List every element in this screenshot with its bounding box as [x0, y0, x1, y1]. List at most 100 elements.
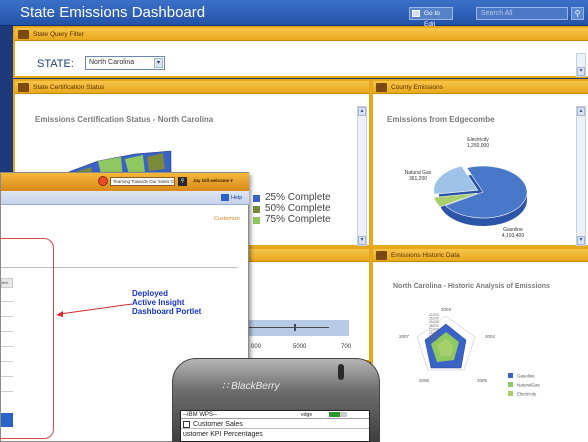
axis-tick: 700: [341, 344, 352, 350]
device-status-bar: --IBM WPS-- edge: [181, 411, 369, 419]
portlet-body: STATE: North Carolina ▾ ▾: [15, 41, 588, 77]
go-to-edit-button[interactable]: Go to Edit: [409, 7, 453, 28]
range-line: [249, 327, 329, 328]
county-pie-chart: Electricity 1,250,000 Natural Gas 361,200 …: [405, 137, 528, 239]
portlet-icon: [376, 83, 387, 92]
help-label: Help: [231, 195, 243, 201]
state-select[interactable]: North Carolina ▾: [85, 56, 165, 70]
state-label: STATE:: [37, 58, 74, 70]
pie-label-natural-gas: Natural Gas 361,200: [405, 170, 432, 182]
portlet-title: State Query Filter: [33, 31, 84, 38]
scroll-down-icon[interactable]: ▾: [577, 236, 585, 245]
radar-axis-label: 2006: [419, 378, 430, 383]
portal-header-bar: Teaming Towards Our Sales Goal ⚲ Jay Gil…: [1, 173, 249, 191]
portlet-title: State Certification Status: [33, 84, 105, 91]
legend-label: NaturalGas: [517, 383, 541, 388]
portlet-title-bar: State Query Filter: [15, 28, 588, 41]
scroll-up-icon[interactable]: ▴: [577, 107, 585, 116]
callout-text: Deployed Active Insight Dashboard Portle…: [132, 289, 201, 316]
device-list-label: Customer Sales: [193, 421, 243, 428]
blackberry-brand: BlackBerry: [231, 381, 280, 392]
county-title: Emissions from Edgecombe: [387, 115, 495, 124]
search-icon[interactable]: ⚲: [178, 177, 187, 186]
portlet-title-bar: County Emissions: [373, 81, 588, 94]
folder-icon: [183, 421, 190, 428]
state-select-value: North Carolina: [89, 59, 135, 66]
portlet-body: 000 5000 700: [249, 262, 369, 360]
device-network: edge: [301, 412, 313, 418]
app-title: State Emissions Dashboard: [20, 4, 206, 21]
range-bar: [249, 320, 349, 336]
portlet-title: County Emissions: [391, 84, 444, 91]
radar-axis-label: 2007: [399, 334, 410, 339]
legend-label: 75% Complete: [265, 214, 331, 225]
status-icon: [98, 176, 108, 186]
radar-axis-label: 2004: [485, 334, 496, 339]
callout-line: Deployed: [132, 289, 169, 298]
team-select[interactable]: Teaming Towards Our Sales Goal: [110, 177, 175, 186]
radar-axis-label: 2005: [477, 378, 488, 383]
device-list-item[interactable]: ustomer KPI Percentages: [181, 430, 369, 439]
portlet-icon: [376, 251, 387, 260]
state-query-filter-portlet: State Query Filter STATE: North Carolina…: [13, 26, 588, 78]
certification-legend: 25% Complete 50% Complete 75% Complete: [253, 193, 331, 225]
search-input[interactable]: Search All: [476, 7, 568, 20]
blackberry-screen: --IBM WPS-- edge Customer Sales ustomer …: [180, 410, 370, 442]
scroll-down-icon[interactable]: ▾: [577, 67, 585, 76]
device-list-label: ustomer KPI Percentages: [183, 431, 263, 438]
scrollbar[interactable]: ▾: [576, 53, 586, 77]
county-emissions-portlet: County Emissions Emissions from Edgecomb…: [371, 79, 588, 247]
portlet-title-bar: [249, 249, 369, 262]
legend-label: Electricity: [517, 392, 537, 397]
certification-title: Emissions Certification Status - North C…: [35, 115, 214, 124]
portlet-icon: [18, 83, 29, 92]
axis-tick: 000: [251, 344, 262, 350]
blackberry-logo: ∷ BlackBerry: [222, 381, 280, 392]
help-button[interactable]: Help: [221, 194, 245, 203]
blackberry-logo-glyph: ∷: [222, 381, 229, 392]
historic-data-portlet: Emissions Historic Data North Carolina -…: [371, 247, 588, 442]
callout-arrow: [56, 303, 133, 317]
portlet-body: Emissions from Edgecombe Electricity 1,25…: [373, 94, 588, 246]
signal-icon: [329, 412, 347, 417]
help-icon: [221, 194, 229, 202]
search-icon[interactable]: ⚲: [571, 7, 584, 20]
legend-swatch: [253, 195, 260, 202]
portal-toolbar: Help: [1, 191, 249, 205]
legend-swatch: [508, 382, 513, 387]
device-list-item[interactable]: Customer Sales: [181, 420, 369, 429]
axis-tick: 5000: [293, 344, 307, 350]
partial-portlet: 000 5000 700: [249, 247, 371, 362]
customize-link[interactable]: Customize: [214, 216, 240, 222]
edit-icon: [412, 10, 420, 17]
scroll-down-icon[interactable]: ▾: [358, 236, 366, 245]
legend-swatch: [508, 373, 513, 378]
scrollbar[interactable]: ▴ ▾: [357, 106, 367, 246]
historic-title: North Carolina - Historic Analysis of Em…: [393, 283, 550, 290]
chevron-down-icon[interactable]: ▾: [154, 58, 163, 68]
insight-portlet-highlight: [0, 238, 54, 439]
legend-swatch: [253, 206, 260, 213]
scrollbar[interactable]: ▴ ▾: [576, 106, 586, 246]
pie-label-gasoline: Gasoline 4,193,400: [502, 227, 524, 239]
callout-line: Active Insight: [132, 298, 185, 307]
portlet-title-bar: Emissions Historic Data: [373, 249, 588, 262]
scroll-up-icon[interactable]: ▴: [358, 107, 366, 116]
portlet-icon: [18, 30, 29, 39]
device-status-title: --IBM WPS--: [183, 412, 217, 418]
pie-label-electricity: Electricity 1,250,000: [467, 137, 489, 149]
legend-swatch: [253, 217, 260, 224]
legend-swatch: [508, 391, 513, 396]
legend-label: 50% Complete: [265, 203, 331, 214]
radar-tick-label: 5,000: [429, 338, 437, 342]
radar-axis-label: 2003: [441, 307, 452, 312]
callout-line: Dashboard Portlet: [132, 307, 202, 316]
legend-label: 25% Complete: [265, 192, 331, 203]
portlet-title: Emissions Historic Data: [391, 252, 460, 259]
user-menu[interactable]: Jay Gill welcome ▾: [193, 178, 233, 184]
legend-label: Gasoline: [517, 374, 535, 379]
portlet-title-bar: State Certification Status: [15, 81, 369, 94]
range-marker: [294, 324, 296, 331]
device-side-button: [338, 364, 344, 380]
portlet-body: North Carolina - Historic Analysis of Em…: [373, 262, 588, 442]
